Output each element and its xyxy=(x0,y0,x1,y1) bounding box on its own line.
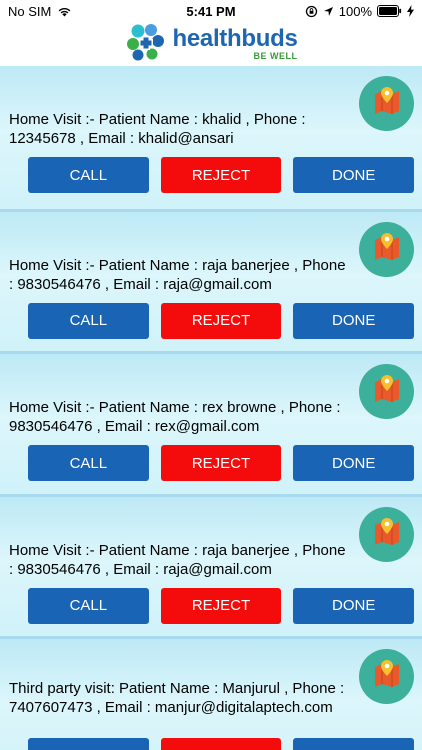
done-button[interactable]: DONE xyxy=(293,738,415,750)
map-button[interactable] xyxy=(359,649,414,704)
battery-icon xyxy=(377,5,402,17)
visit-card: Home Visit :- Patient Name : raja banerj… xyxy=(0,493,422,636)
healthbuds-logo: healthbuds BE WELL xyxy=(124,22,298,67)
done-button[interactable]: DONE xyxy=(293,587,415,624)
visit-actions: CALL REJECT DONE xyxy=(28,587,415,624)
battery-percent: 100% xyxy=(338,3,372,19)
visit-actions: CALL REJECT DONE xyxy=(28,302,415,339)
map-button[interactable] xyxy=(359,221,414,277)
reject-button[interactable]: REJECT xyxy=(160,302,282,339)
charging-bolt-icon xyxy=(407,5,414,17)
call-button[interactable]: CALL xyxy=(28,445,149,481)
map-button[interactable] xyxy=(359,506,414,562)
map-pin-icon xyxy=(370,230,404,269)
visit-details: Home Visit :- Patient Name : raja banerj… xyxy=(9,256,346,293)
call-button[interactable]: CALL xyxy=(28,157,149,193)
status-right: 100% xyxy=(305,4,414,19)
call-button[interactable]: CALL xyxy=(28,302,149,339)
visit-card: Third party visit: Patient Name : Manjur… xyxy=(0,636,422,750)
map-pin-icon xyxy=(370,657,404,696)
map-pin-icon xyxy=(370,372,404,411)
logo-wordmark: healthbuds BE WELL xyxy=(172,27,297,61)
reject-button[interactable]: REJECT xyxy=(160,738,282,750)
rotation-lock-icon xyxy=(305,5,318,18)
status-left: No SIM xyxy=(8,4,72,19)
visit-actions: CALL REJECT DONE xyxy=(28,445,415,481)
visit-actions: CALL REJECT DONE xyxy=(28,738,415,750)
visit-details: Home Visit :- Patient Name : khalid , Ph… xyxy=(9,111,306,147)
location-arrow-icon xyxy=(323,6,334,17)
visit-actions: CALL REJECT DONE xyxy=(28,157,415,193)
visit-details: Third party visit: Patient Name : Manjur… xyxy=(9,680,345,716)
logo-name: healthbuds xyxy=(172,25,298,52)
map-pin-icon xyxy=(370,515,404,554)
visit-card: Home Visit :- Patient Name : khalid , Ph… xyxy=(0,66,422,209)
visit-card: Home Visit :- Patient Name : raja banerj… xyxy=(0,208,422,351)
done-button[interactable]: DONE xyxy=(293,445,415,481)
visit-card: Home Visit :- Patient Name : rex browne … xyxy=(0,351,422,494)
reject-button[interactable]: REJECT xyxy=(160,157,282,193)
visit-list[interactable]: Home Visit :- Patient Name : khalid , Ph… xyxy=(0,66,422,750)
done-button[interactable]: DONE xyxy=(293,302,415,339)
visit-details: Home Visit :- Patient Name : rex browne … xyxy=(9,399,341,435)
done-button[interactable]: DONE xyxy=(293,157,415,193)
call-button[interactable]: CALL xyxy=(28,738,149,750)
wifi-icon xyxy=(57,6,72,17)
status-bar: No SIM 5:41 PM 100% xyxy=(0,0,422,22)
app-header: healthbuds BE WELL xyxy=(0,22,422,66)
logo-tagline: BE WELL xyxy=(253,51,298,61)
map-pin-icon xyxy=(370,84,404,123)
map-button[interactable] xyxy=(359,364,414,419)
map-button[interactable] xyxy=(359,76,414,131)
reject-button[interactable]: REJECT xyxy=(160,587,282,624)
reject-button[interactable]: REJECT xyxy=(160,445,282,481)
visit-details: Home Visit :- Patient Name : raja banerj… xyxy=(9,541,346,578)
carrier-label: No SIM xyxy=(8,3,52,19)
call-button[interactable]: CALL xyxy=(28,587,149,624)
logo-flower-icon xyxy=(124,22,168,67)
